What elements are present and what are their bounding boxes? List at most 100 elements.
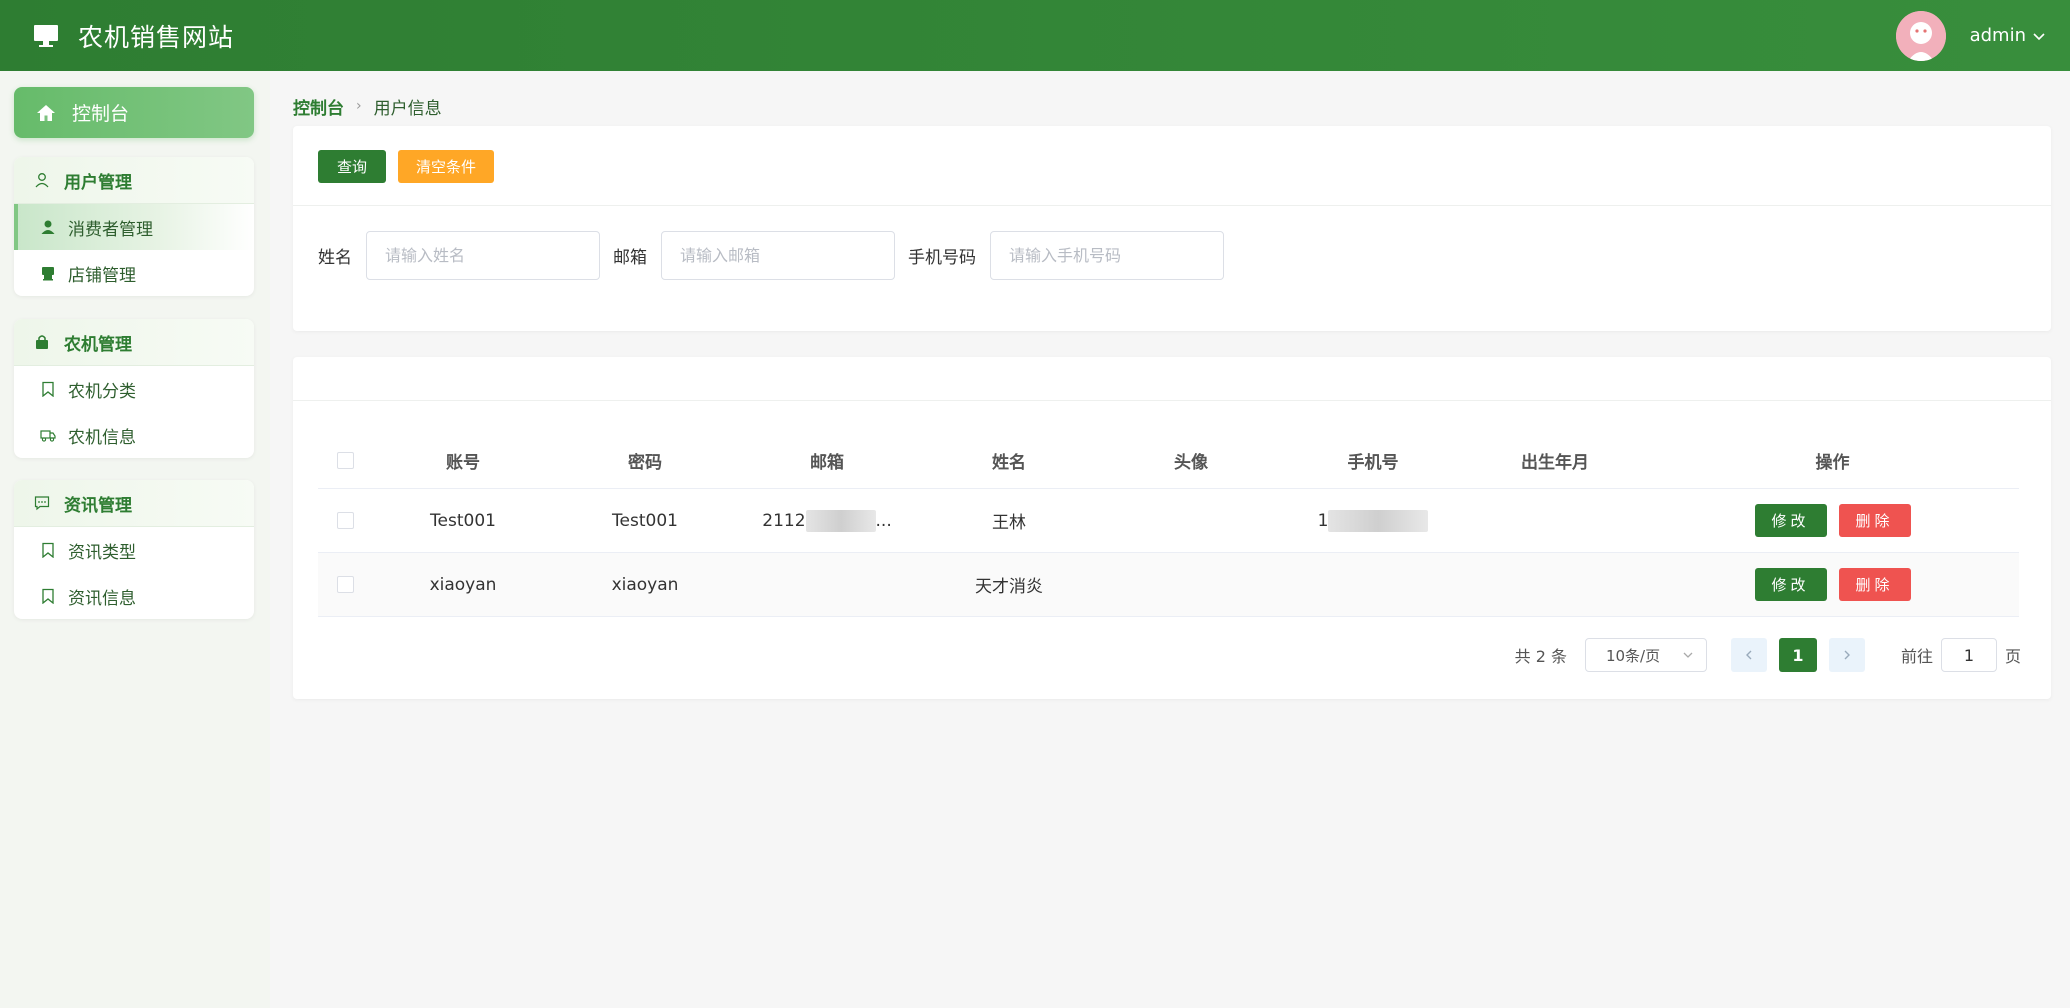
page-unit-label: 页 — [2004, 647, 2021, 666]
select-all-cell — [318, 452, 372, 469]
bookmark-icon — [42, 542, 54, 558]
sidebar-item-machine-info[interactable]: 农机信息 — [14, 412, 254, 458]
chevron-left-icon — [1745, 650, 1752, 660]
col-email: 邮箱 — [810, 453, 844, 473]
next-page-button[interactable] — [1828, 638, 1865, 672]
avatar[interactable] — [1895, 10, 1946, 61]
bag-icon — [36, 335, 48, 349]
table-header-row: 账号 密码 邮箱 姓名 头像 手机号 出生年月 操作 — [318, 433, 2019, 489]
cell-name: 天才消炎 — [975, 577, 1043, 597]
email-label: 邮箱 — [613, 247, 647, 268]
sidebar-item-label: 消费者管理 — [68, 219, 153, 240]
cell-actions: 修改 删除 — [1646, 504, 2019, 537]
col-account: 账号 — [446, 453, 480, 473]
home-icon — [37, 104, 55, 121]
top-header: 农机销售网站 admin — [0, 0, 2070, 71]
row-checkbox[interactable] — [336, 512, 354, 529]
table-toolbar — [293, 357, 2051, 401]
breadcrumb-current: 用户信息 — [373, 98, 442, 119]
sidebar-item-label: 资讯类型 — [68, 542, 136, 563]
search-toolbar: 查询 清空条件 — [293, 126, 2051, 206]
prev-page-button[interactable] — [1730, 638, 1767, 672]
chevron-down-icon — [1683, 652, 1693, 658]
cell-account: xiaoyan — [429, 574, 497, 595]
page-size-value: 10条/页 — [1605, 646, 1661, 665]
sidebar: 控制台 用户管理 消费者管理 店铺管理 农机管理 农机分类 农机信息 资讯管理 … — [0, 71, 270, 1008]
chevron-right-icon — [1844, 650, 1850, 660]
breadcrumb-root[interactable]: 控制台 — [293, 94, 344, 119]
menu-group-title[interactable]: 资讯管理 — [14, 480, 254, 527]
sidebar-item-news-type[interactable]: 资讯类型 — [14, 527, 254, 573]
user-table: 账号 密码 邮箱 姓名 头像 手机号 出生年月 操作 Test001 Test0… — [318, 433, 2019, 617]
page-number-current[interactable]: 1 — [1778, 638, 1817, 672]
cell-email: 2112... — [736, 509, 918, 532]
sidebar-item-machine-category[interactable]: 农机分类 — [14, 366, 254, 412]
menu-group-label: 用户管理 — [64, 172, 132, 193]
monitor-icon — [34, 24, 58, 47]
menu-group-label: 资讯管理 — [64, 495, 132, 516]
avatar-face-icon — [1895, 10, 1946, 61]
edit-button[interactable]: 修改 — [1754, 568, 1827, 601]
menu-group-title[interactable]: 用户管理 — [14, 157, 254, 204]
edit-button[interactable]: 修改 — [1754, 504, 1827, 537]
name-input[interactable] — [366, 230, 600, 280]
name-label: 姓名 — [318, 247, 352, 268]
col-actions: 操作 — [1815, 453, 1850, 473]
menu-group-machines: 农机管理 农机分类 农机信息 — [14, 319, 254, 458]
query-button[interactable]: 查询 — [318, 150, 386, 183]
bookmark-icon — [42, 381, 54, 397]
phone-label: 手机号码 — [908, 247, 976, 268]
user-name[interactable]: admin — [1970, 25, 2026, 46]
sidebar-dashboard-label: 控制台 — [72, 103, 130, 125]
sidebar-item-label: 店铺管理 — [68, 265, 136, 286]
truck-icon — [40, 430, 56, 442]
table-row: xiaoyan xiaoyan 天才消炎 修改 删除 — [318, 553, 2019, 617]
col-name: 姓名 — [992, 453, 1026, 473]
row-check-cell — [318, 576, 372, 593]
clear-conditions-button[interactable]: 清空条件 — [398, 150, 494, 183]
col-avatar: 头像 — [1174, 453, 1208, 473]
menu-group-label: 农机管理 — [64, 334, 132, 355]
chevron-right-icon: › — [356, 98, 362, 114]
person-icon — [41, 220, 55, 234]
total-count: 共 2 条 — [1514, 647, 1567, 666]
sidebar-item-consumers[interactable]: 消费者管理 — [14, 204, 254, 250]
goto-page-input[interactable] — [1940, 638, 1997, 672]
user-outline-icon — [35, 173, 49, 188]
col-phone: 手机号 — [1347, 453, 1399, 473]
search-card: 查询 清空条件 姓名 邮箱 手机号码 — [293, 126, 2051, 331]
col-birth: 出生年月 — [1521, 453, 1589, 473]
redaction-mask — [805, 509, 876, 532]
sidebar-item-label: 资讯信息 — [68, 588, 136, 609]
bookmark-icon — [42, 588, 54, 604]
cell-password: Test001 — [612, 510, 678, 531]
table-row: Test001 Test001 2112... 王林 1 修改 删除 — [318, 489, 2019, 553]
row-check-cell — [318, 512, 372, 529]
phone-input[interactable] — [990, 230, 1224, 280]
row-checkbox[interactable] — [336, 576, 354, 593]
delete-button[interactable]: 删除 — [1838, 568, 1911, 601]
page-size-select[interactable]: 10条/页 — [1584, 638, 1707, 672]
redaction-mask — [1328, 509, 1429, 532]
delete-button[interactable]: 删除 — [1838, 504, 1911, 537]
user-menu[interactable]: admin — [1895, 0, 2046, 71]
brand: 农机销售网站 — [32, 18, 234, 54]
menu-group-title[interactable]: 农机管理 — [14, 319, 254, 366]
table-card: 账号 密码 邮箱 姓名 头像 手机号 出生年月 操作 Test001 Test0… — [293, 357, 2051, 699]
select-all-checkbox[interactable] — [336, 452, 354, 469]
sidebar-item-news-info[interactable]: 资讯信息 — [14, 573, 254, 619]
cell-phone: 1 — [1282, 509, 1464, 532]
store-icon — [42, 267, 54, 281]
email-input[interactable] — [661, 230, 895, 280]
chevron-down-icon[interactable] — [2032, 29, 2046, 43]
site-title: 农机销售网站 — [78, 22, 235, 52]
sidebar-item-stores[interactable]: 店铺管理 — [14, 250, 254, 296]
pagination: 共 2 条 10条/页 1 前往 页 — [1515, 637, 2021, 673]
cell-account: Test001 — [430, 510, 496, 531]
sidebar-item-label: 农机分类 — [68, 381, 136, 402]
cell-name: 王林 — [992, 513, 1026, 533]
col-password: 密码 — [628, 453, 662, 473]
menu-group-users: 用户管理 消费者管理 店铺管理 — [14, 157, 254, 296]
cell-actions: 修改 删除 — [1646, 568, 2019, 601]
sidebar-dashboard[interactable]: 控制台 — [14, 87, 254, 138]
